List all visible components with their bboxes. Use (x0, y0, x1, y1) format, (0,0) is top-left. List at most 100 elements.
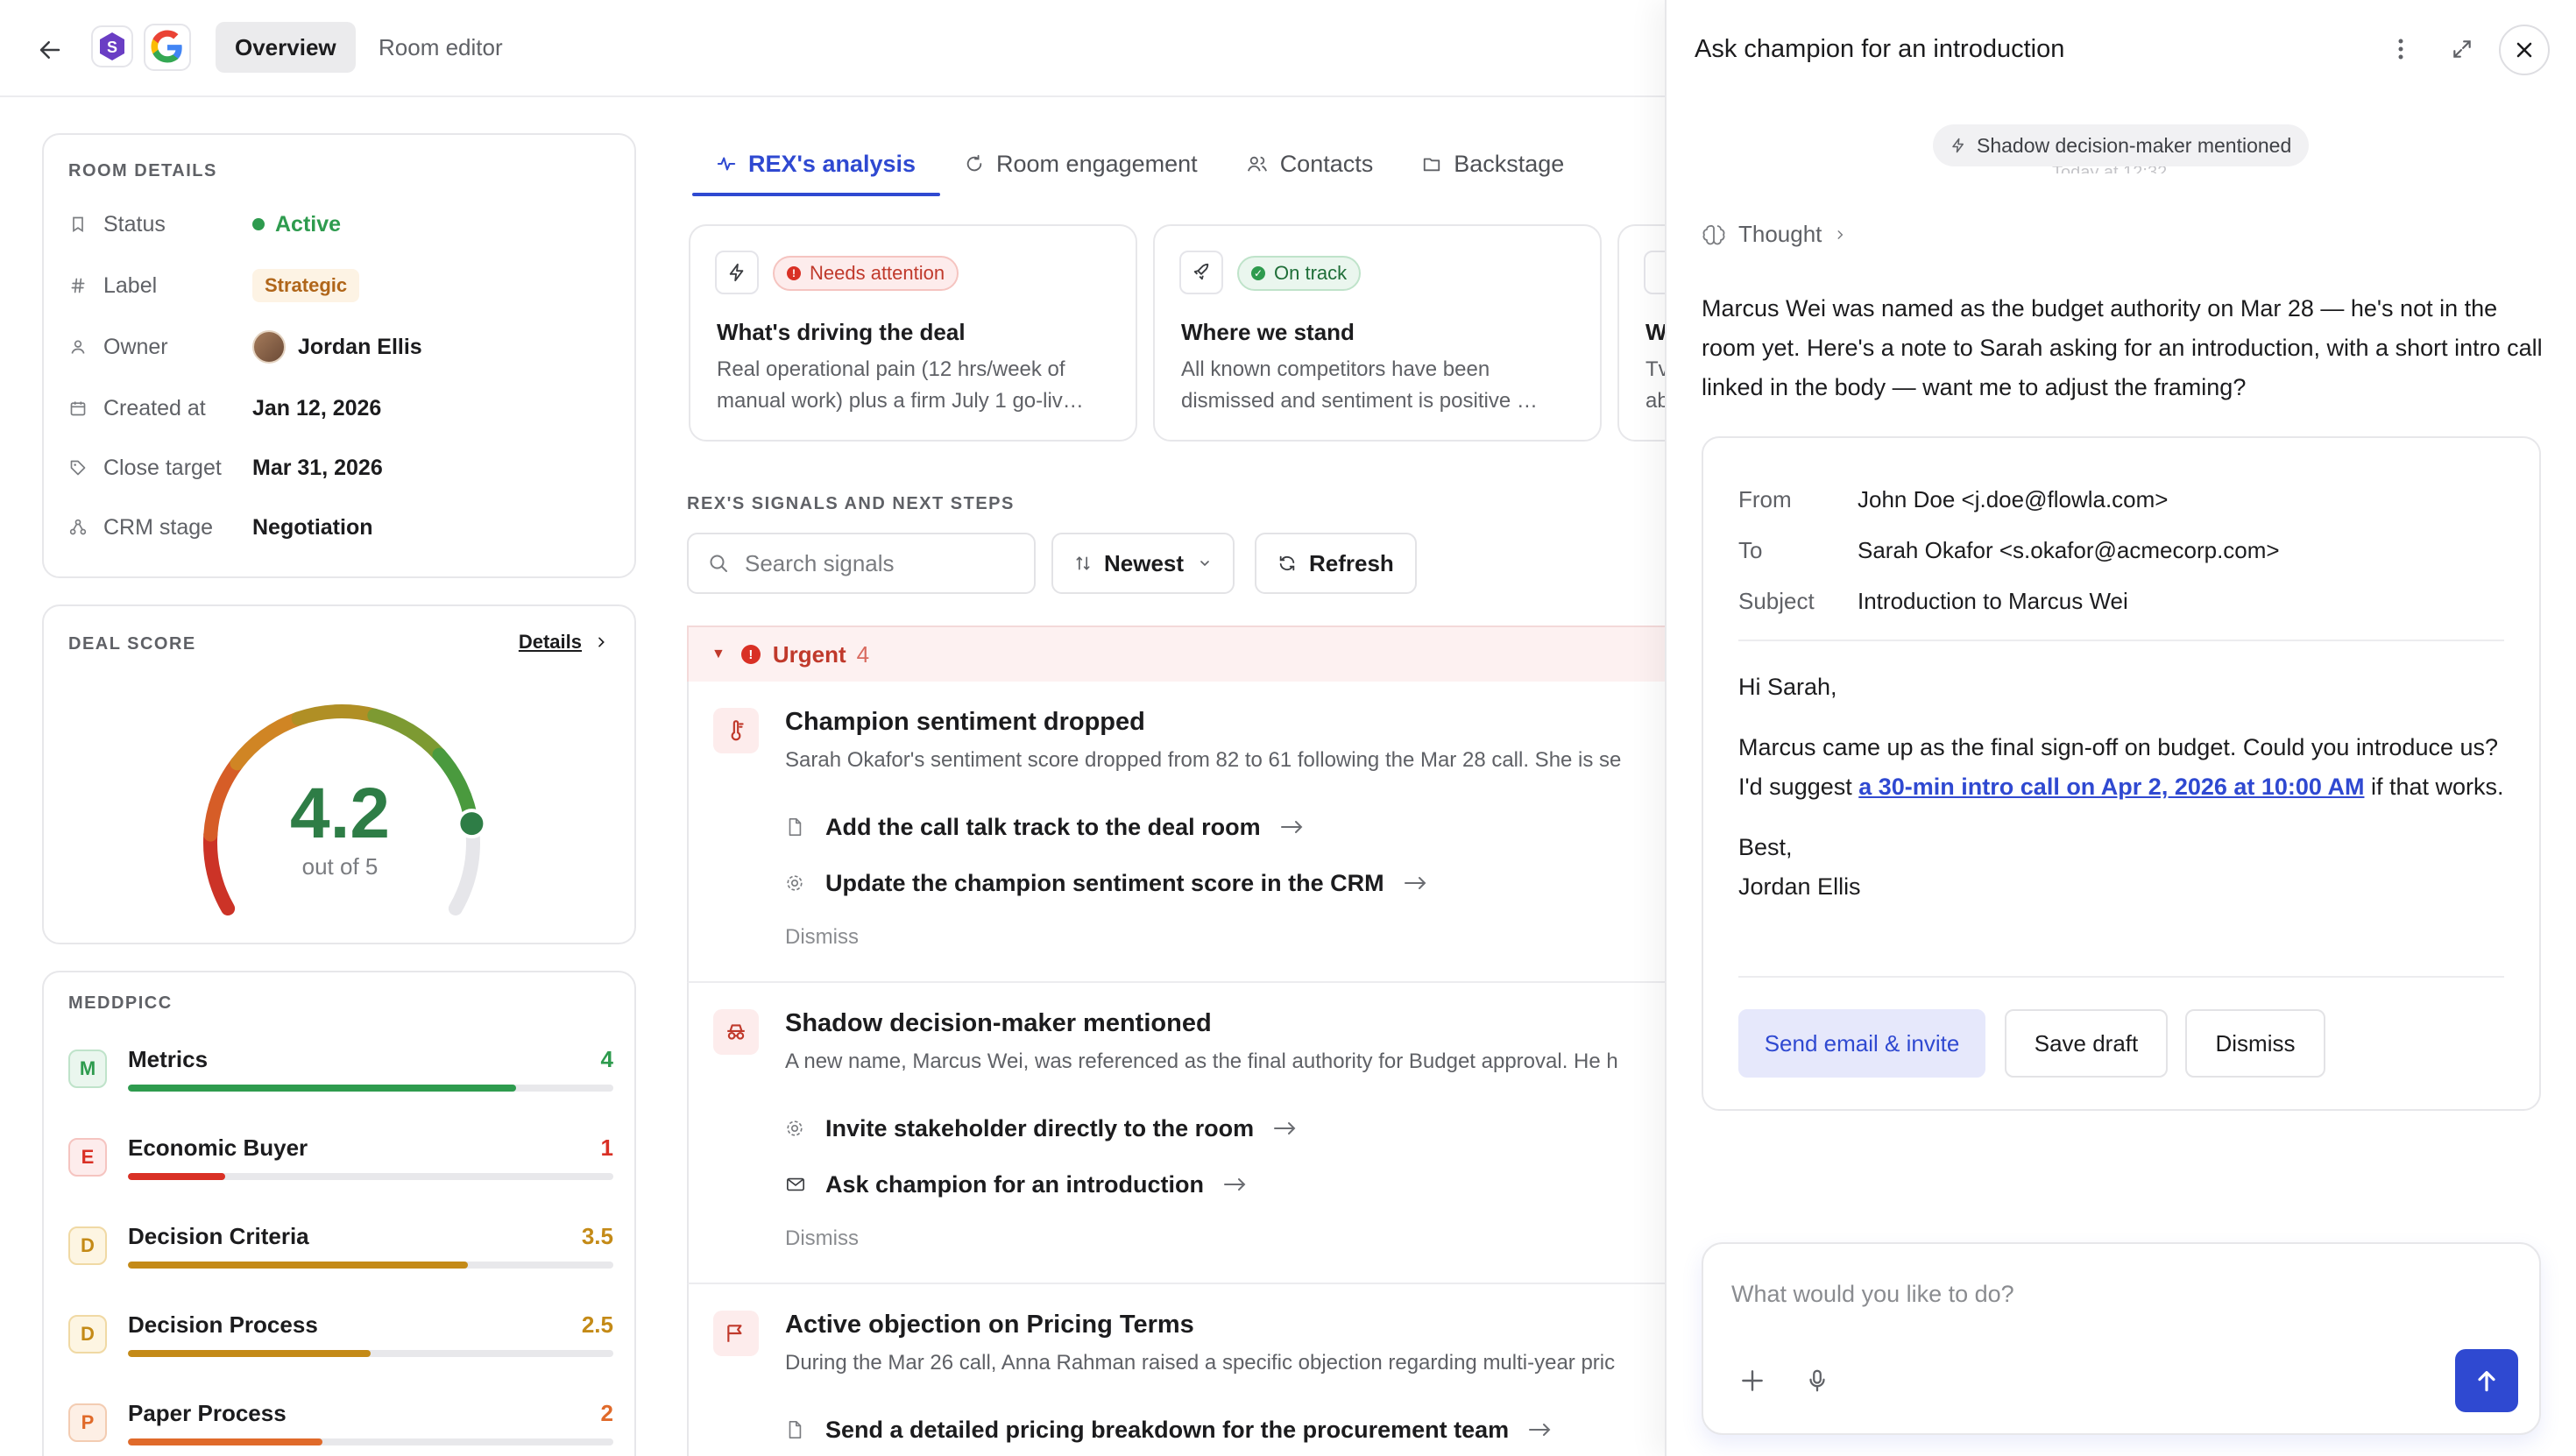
label-label: Label (103, 272, 158, 298)
dismiss-link[interactable]: Dismiss (785, 925, 859, 950)
meddpicc-progress-bar (128, 1350, 613, 1357)
send-email-button[interactable]: Send email & invite (1738, 1009, 1985, 1078)
crm-stage-value: Negotiation (252, 514, 373, 540)
chevron-right-icon (1834, 229, 1846, 241)
tab-contacts[interactable]: Contacts (1222, 131, 1398, 196)
back-arrow-icon[interactable] (30, 30, 70, 70)
meddpicc-row[interactable]: E Economic Buyer 1 (68, 1127, 613, 1198)
signal-action-label: Add the call talk track to the deal room (825, 813, 1261, 840)
users-icon (1247, 154, 1268, 173)
meddpicc-title: MEDDPICC (68, 993, 173, 1013)
intro-call-link[interactable]: a 30-min intro call on Apr 2, 2026 at 10… (1858, 774, 2364, 800)
signal-action[interactable]: Ask champion for an introduction (785, 1167, 1248, 1202)
send-arrow-icon[interactable] (2455, 1349, 2518, 1412)
tab-room-engagement-label: Room engagement (996, 150, 1198, 177)
calendar-icon (68, 399, 88, 418)
detail-row-label: Label Strategic (68, 268, 360, 303)
search-signals-box[interactable]: Search signals (687, 533, 1036, 594)
signal-title: Active objection on Pricing Terms (785, 1311, 1194, 1339)
needs-attention-badge: ! Needs attention (773, 256, 959, 291)
meddpicc-row[interactable]: D Decision Criteria 3.5 (68, 1216, 613, 1286)
summary-card-driving[interactable]: ! Needs attention What's driving the deal… (689, 224, 1137, 442)
summary-card-heading: W (1645, 319, 1667, 345)
plus-icon[interactable] (1735, 1363, 1770, 1398)
signal-desc: A new name, Marcus Wei, was referenced a… (785, 1050, 1618, 1073)
owner-name: Jordan Ellis (298, 334, 422, 359)
meddpicc-score: 3.5 (581, 1223, 613, 1249)
urgent-count: 4 (856, 640, 870, 668)
thought-toggle[interactable]: Thought (1702, 221, 1846, 248)
microphone-icon[interactable] (1800, 1363, 1835, 1398)
label-chip[interactable]: Strategic (252, 269, 360, 302)
details-link[interactable]: Details (519, 631, 608, 654)
email-to-value[interactable]: Sarah Okafor <s.okafor@acmecorp.com> (1858, 537, 2280, 564)
refresh-circle-icon (965, 154, 984, 173)
signal-action-label: Ask champion for an introduction (825, 1170, 1205, 1198)
search-signals-input[interactable]: Search signals (745, 550, 895, 577)
meddpicc-row[interactable]: D Decision Process 2.5 (68, 1304, 613, 1375)
email-subject-value[interactable]: Introduction to Marcus Wei (1858, 588, 2128, 615)
meddpicc-progress-fill (128, 1350, 371, 1357)
expand-icon[interactable] (2445, 32, 2480, 67)
email-signoff-block: Best, Jordan Ellis (1738, 828, 2509, 907)
lightning-icon (715, 251, 759, 294)
meddpicc-row[interactable]: P Paper Process 2 (68, 1393, 613, 1456)
summary-card-stand[interactable]: ✓ On track Where we stand All known compe… (1153, 224, 1602, 442)
meddpicc-row[interactable]: M Metrics 4 (68, 1039, 613, 1109)
composer-input[interactable] (1731, 1281, 2502, 1308)
meddpicc-progress-bar (128, 1438, 613, 1445)
status-value: Active (252, 212, 341, 237)
meddpicc-badge: M (68, 1050, 107, 1088)
thermometer-icon (713, 708, 759, 753)
app-root: S Overview Room editor ROOM DETAILS Stat… (0, 0, 2576, 1456)
tab-backstage[interactable]: Backstage (1398, 131, 1589, 196)
dismiss-link[interactable]: Dismiss (785, 1226, 859, 1251)
sort-dropdown[interactable]: Newest (1051, 533, 1235, 594)
signal-action-label: Invite stakeholder directly to the room (825, 1114, 1255, 1141)
top-bar: S Overview Room editor (0, 0, 1667, 97)
email-body[interactable]: Hi Sarah, Marcus came up as the final si… (1738, 668, 2509, 928)
signal-action[interactable]: Invite stakeholder directly to the room (785, 1111, 1298, 1146)
arrow-right-icon (1404, 874, 1428, 892)
assistant-panel: Ask champion for an introduction Today a… (1665, 0, 2576, 1456)
document-icon (785, 1420, 806, 1439)
dismiss-button[interactable]: Dismiss (2185, 1009, 2325, 1078)
on-track-label: On track (1274, 262, 1348, 284)
meddpicc-badge: D (68, 1226, 107, 1265)
meddpicc-badge: P (68, 1403, 107, 1442)
check-icon: ✓ (1251, 266, 1265, 280)
email-subject-row: Subject Introduction to Marcus Wei (1738, 583, 2128, 618)
owner-value[interactable]: Jordan Ellis (252, 330, 422, 364)
close-icon[interactable] (2499, 25, 2550, 75)
signal-action-label: Send a detailed pricing breakdown for th… (825, 1416, 1510, 1443)
tab-rex-analysis[interactable]: REX's analysis (692, 131, 941, 196)
gauge-segment (367, 708, 447, 762)
tab-room-editor[interactable]: Room editor (359, 22, 522, 73)
meddpicc-badge: D (68, 1315, 107, 1354)
context-pill[interactable]: Shadow decision-maker mentioned (1933, 124, 2310, 166)
details-link-label: Details (518, 631, 582, 653)
signal-desc: During the Mar 26 call, Anna Rahman rais… (785, 1351, 1616, 1375)
folder-icon (1422, 154, 1441, 173)
detail-row-owner: Owner Jordan Ellis (68, 329, 422, 364)
meddpicc-name: Metrics (128, 1046, 209, 1072)
owner-label: Owner (103, 334, 168, 359)
thought-label: Thought (1738, 221, 1822, 247)
signal-action-label: Update the champion sentiment score in t… (825, 869, 1384, 896)
meddpicc-progress-bar (128, 1173, 613, 1180)
signal-action[interactable]: Send a detailed pricing breakdown for th… (785, 1412, 1553, 1447)
save-draft-button[interactable]: Save draft (2005, 1009, 2168, 1078)
hash-icon (68, 276, 88, 295)
more-vertical-icon[interactable] (2383, 32, 2418, 67)
incognito-icon (713, 1009, 759, 1055)
refresh-button[interactable]: Refresh (1255, 533, 1417, 594)
tab-contacts-label: Contacts (1279, 150, 1374, 177)
email-divider (1738, 976, 2504, 978)
urgent-group-header[interactable]: ▼ ! Urgent 4 (687, 626, 1686, 682)
signals-title: REX'S SIGNALS AND NEXT STEPS (687, 494, 1015, 513)
tab-room-engagement[interactable]: Room engagement (940, 131, 1222, 196)
signal-action[interactable]: Update the champion sentiment score in t… (785, 866, 1428, 901)
tab-overview[interactable]: Overview (216, 22, 356, 73)
signal-action[interactable]: Add the call talk track to the deal room (785, 809, 1305, 845)
detail-row-created: Created at Jan 12, 2026 (68, 391, 381, 426)
